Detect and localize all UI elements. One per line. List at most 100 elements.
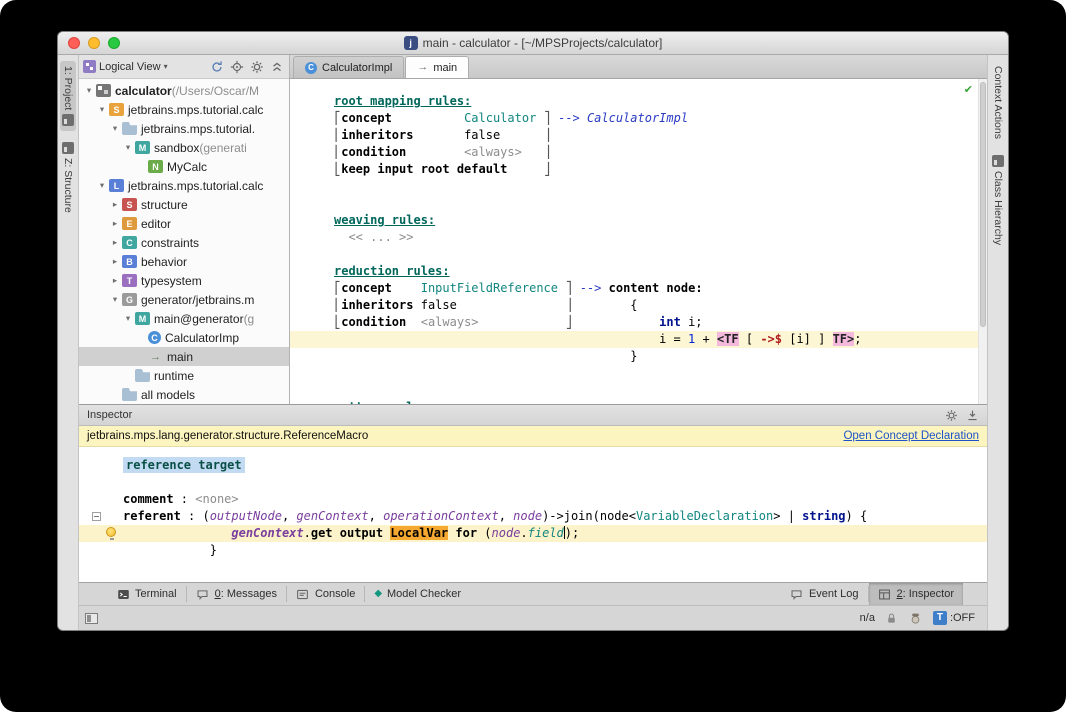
tree-item-label: typesystem bbox=[141, 274, 202, 288]
editor-tabbar: C CalculatorImpl → main bbox=[290, 55, 987, 79]
tree-item-runtime[interactable]: runtime bbox=[79, 366, 289, 385]
aspect-editor-icon: E bbox=[122, 217, 137, 230]
chevron-down-icon[interactable]: ▾ bbox=[83, 85, 95, 96]
editor-code-line: ⎣condition <always> ⎦ int i; bbox=[290, 314, 987, 331]
editor-code-line: reduction rules: bbox=[290, 263, 987, 280]
terminal-button[interactable]: Terminal bbox=[107, 583, 186, 605]
highlighting-level-icon[interactable] bbox=[909, 611, 923, 625]
scrollbar-thumb[interactable] bbox=[980, 82, 986, 327]
settings-gear-icon[interactable] bbox=[248, 58, 265, 75]
mps-window: j main - calculator - [~/MPSProjects/cal… bbox=[57, 31, 1009, 631]
chevron-down-icon[interactable]: ▾ bbox=[122, 142, 134, 153]
tree-item-main[interactable]: →main bbox=[79, 347, 289, 366]
editor-code-line bbox=[290, 246, 987, 263]
chevron-down-icon[interactable]: ▾ bbox=[109, 294, 121, 305]
tree-item-calculatorimp[interactable]: CCalculatorImp bbox=[79, 328, 289, 347]
tree-item-label: jetbrains.mps.tutorial.calc bbox=[128, 103, 263, 117]
readonly-lock-icon[interactable] bbox=[885, 611, 899, 625]
window-title-text: main - calculator - [~/MPSProjects/calcu… bbox=[423, 36, 663, 50]
tree-item-mycalc[interactable]: NMyCalc bbox=[79, 157, 289, 176]
tree-item-label: structure bbox=[141, 198, 188, 212]
bulb-icon[interactable] bbox=[106, 527, 116, 537]
hide-tool-windows-button[interactable] bbox=[85, 613, 98, 624]
chevron-right-icon[interactable]: ▸ bbox=[109, 218, 121, 229]
sync-icon[interactable] bbox=[208, 58, 225, 75]
statusbar-label: Console bbox=[315, 588, 355, 600]
project-toolbar: Logical View ▾ bbox=[79, 55, 289, 79]
editor-code-line: weaving rules: bbox=[290, 212, 987, 229]
tree-item-jetbrains-mps-tutorial-[interactable]: ▾jetbrains.mps.tutorial. bbox=[79, 119, 289, 138]
model-icon: M bbox=[135, 312, 150, 325]
zoom-button[interactable] bbox=[108, 37, 120, 49]
chevron-right-icon[interactable]: ▸ bbox=[109, 199, 121, 210]
inspector-code-line: reference target bbox=[79, 457, 987, 474]
model-checker-button[interactable]: ◆ Model Checker bbox=[365, 583, 470, 605]
editor[interactable]: root mapping rules:⎡concept Calculator ⎤… bbox=[290, 79, 987, 404]
tree-item-suffix: (generati bbox=[199, 141, 246, 155]
tool-button-project[interactable]: 1: Project bbox=[60, 61, 76, 131]
inspector-tool-button[interactable]: 2: Inspector bbox=[869, 583, 963, 605]
view-selector[interactable]: Logical View bbox=[99, 61, 161, 73]
console-icon bbox=[296, 587, 310, 601]
chevron-down-icon[interactable]: ▾ bbox=[96, 104, 108, 115]
minimize-button[interactable] bbox=[88, 37, 100, 49]
console-button[interactable]: Console bbox=[287, 583, 364, 605]
chevron-down-icon[interactable]: ▾ bbox=[109, 123, 121, 134]
tree-item-jetbrains-mps-tutorial-calc[interactable]: ▾Ljetbrains.mps.tutorial.calc bbox=[79, 176, 289, 195]
tab-calculatorimpl[interactable]: C CalculatorImpl bbox=[293, 56, 404, 78]
typesystem-badge[interactable]: T :OFF bbox=[933, 611, 975, 625]
arrow-icon: → bbox=[417, 62, 428, 73]
collapse-all-icon[interactable] bbox=[268, 58, 285, 75]
fold-icon[interactable] bbox=[92, 512, 101, 521]
inspector-code-line: genContext.get output LocalVar for (node… bbox=[79, 525, 987, 542]
messages-button[interactable]: 0: Messages bbox=[187, 583, 286, 605]
editor-scrollbar[interactable] bbox=[978, 79, 987, 404]
editor-code-line: } bbox=[290, 348, 987, 365]
chevron-right-icon[interactable]: ▸ bbox=[109, 237, 121, 248]
dock-icon[interactable] bbox=[964, 407, 981, 424]
aspect-behavior-icon: B bbox=[122, 255, 137, 268]
open-concept-declaration-link[interactable]: Open Concept Declaration bbox=[843, 430, 979, 442]
close-button[interactable] bbox=[68, 37, 80, 49]
tool-button-context-actions[interactable]: Context Actions bbox=[990, 61, 1006, 144]
chevron-right-icon[interactable]: ▸ bbox=[109, 275, 121, 286]
editor-code-line: ⎢condition <always> ⎥ bbox=[290, 144, 987, 161]
tree-item-typesystem[interactable]: ▸Ttypesystem bbox=[79, 271, 289, 290]
inspector-editor[interactable]: reference target comment : <none>referen… bbox=[79, 447, 987, 582]
tool-button-structure[interactable]: Z: Structure bbox=[60, 137, 76, 218]
event-log-button[interactable]: Event Log bbox=[781, 583, 868, 605]
tool-button-class-hierarchy[interactable]: Class Hierarchy bbox=[990, 150, 1006, 250]
tree-item-jetbrains-mps-tutorial-calc[interactable]: ▾Sjetbrains.mps.tutorial.calc bbox=[79, 100, 289, 119]
tree-item-behavior[interactable]: ▸Bbehavior bbox=[79, 252, 289, 271]
tree-item-structure[interactable]: ▸Sstructure bbox=[79, 195, 289, 214]
tree-item-label: jetbrains.mps.tutorial.calc bbox=[128, 179, 263, 193]
scroll-to-source-icon[interactable] bbox=[228, 58, 245, 75]
inspector-gear-icon[interactable] bbox=[943, 407, 960, 424]
event-log-icon bbox=[790, 587, 804, 601]
tree-item-main-generator[interactable]: ▾Mmain@generator (g bbox=[79, 309, 289, 328]
project-tree[interactable]: ▾calculator (/Users/Oscar/M▾Sjetbrains.m… bbox=[79, 79, 289, 404]
typesystem-state: :OFF bbox=[950, 612, 975, 624]
chevron-down-icon[interactable]: ▾ bbox=[96, 180, 108, 191]
inspector-code-line: referent : (outputNode, genContext, oper… bbox=[79, 508, 987, 525]
folder-icon bbox=[122, 122, 137, 135]
tab-main[interactable]: → main bbox=[405, 56, 469, 78]
tree-item-editor[interactable]: ▸Eeditor bbox=[79, 214, 289, 233]
tree-item-generator-jetbrains-m[interactable]: ▾Ggenerator/jetbrains.m bbox=[79, 290, 289, 309]
model-icon: M bbox=[135, 141, 150, 154]
tree-item-calculator[interactable]: ▾calculator (/Users/Oscar/M bbox=[79, 81, 289, 100]
titlebar[interactable]: j main - calculator - [~/MPSProjects/cal… bbox=[58, 32, 1008, 55]
chevron-right-icon[interactable]: ▸ bbox=[109, 256, 121, 267]
tree-item-suffix: (/Users/Oscar/M bbox=[172, 84, 259, 98]
tree-item-label: editor bbox=[141, 217, 171, 231]
tree-item-sandbox[interactable]: ▾Msandbox (generati bbox=[79, 138, 289, 157]
typesystem-icon: T bbox=[933, 611, 947, 625]
chevron-down-icon[interactable]: ▾ bbox=[122, 313, 134, 324]
editor-code-line: ⎣keep input root default ⎦ bbox=[290, 161, 987, 178]
editor-content[interactable]: root mapping rules:⎡concept Calculator ⎤… bbox=[290, 93, 987, 404]
editor-code-line: i = 1 + <TF [ ->$ [i] ] TF>; bbox=[290, 331, 987, 348]
tree-item-all-models[interactable]: all models bbox=[79, 385, 289, 404]
logical-view-icon bbox=[83, 60, 96, 73]
tree-item-constraints[interactable]: ▸Cconstraints bbox=[79, 233, 289, 252]
tree-item-label: CalculatorImp bbox=[165, 331, 239, 345]
